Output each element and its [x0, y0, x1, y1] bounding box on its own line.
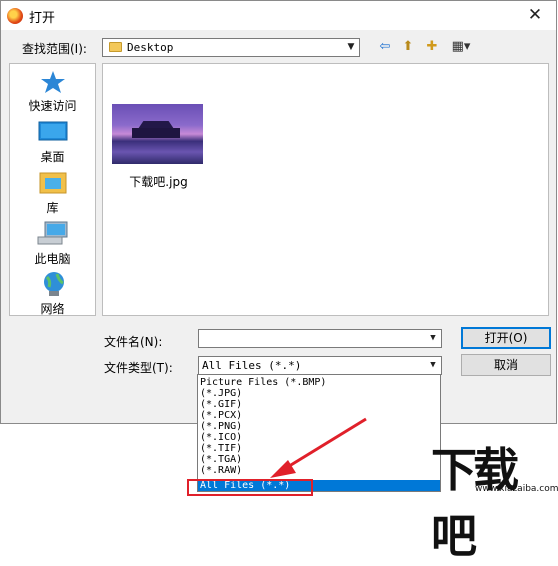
annotation-highlight-box	[187, 479, 313, 496]
watermark-text: 下载吧	[431, 443, 519, 563]
watermark-url: www.xiazaiba.com	[475, 484, 558, 494]
watermark-logo: 下载吧 www.xiazaiba.com	[431, 440, 558, 563]
annotation-arrow	[270, 417, 367, 478]
